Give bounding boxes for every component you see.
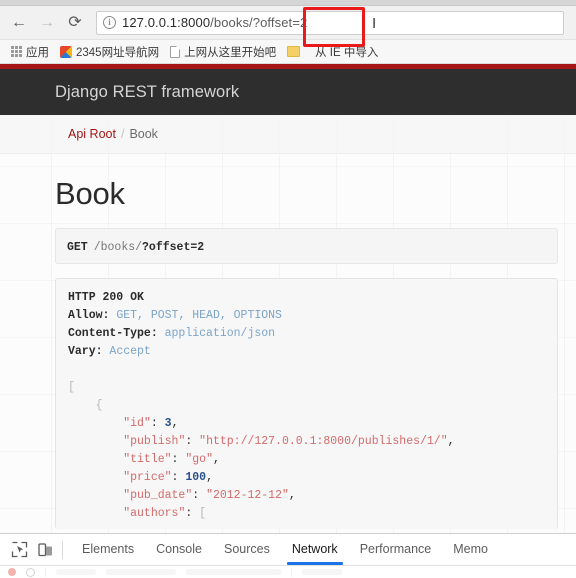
bookmark-2345[interactable]: 2345网址导航网 — [56, 44, 166, 60]
response-status-line: HTTP 200 OK — [68, 291, 144, 304]
bookmark-apps[interactable]: 应用 — [7, 44, 56, 60]
browser-toolbar: ← → ⟳ i 127.0.0.1:8000/books/?offset=2 I — [0, 6, 576, 40]
json-value: 2012-12-12 — [212, 489, 282, 502]
response-header-value: application/json — [164, 327, 276, 340]
bookmark-label: 上网从这里开始吧 — [184, 46, 277, 59]
address-bar[interactable]: i 127.0.0.1:8000/books/?offset=2 I — [96, 10, 564, 35]
json-line: "publish": "http://127.0.0.1:8000/publis… — [123, 435, 455, 448]
clear-icon[interactable] — [26, 567, 35, 577]
network-toolbar — [0, 566, 576, 578]
address-bar-url: 127.0.0.1:8000/books/?offset=2 — [122, 15, 307, 30]
address-bar-path: /books/?offset=2 — [210, 15, 308, 30]
toolbar-divider — [291, 567, 292, 577]
filter-input[interactable] — [56, 569, 96, 575]
apps-grid-icon — [11, 46, 22, 57]
response-header-value: GET, POST, HEAD, OPTIONS — [116, 309, 282, 322]
bookmark-label: 应用 — [26, 46, 49, 59]
json-key: authors — [130, 507, 179, 520]
tab-memory[interactable]: Memo — [442, 534, 499, 565]
record-icon[interactable] — [8, 568, 16, 576]
devtools-panel: Elements Console Sources Network Perform… — [0, 533, 576, 578]
page-title: Book — [55, 176, 125, 211]
json-line: "authors": [ — [123, 507, 207, 520]
tab-sources[interactable]: Sources — [213, 534, 281, 565]
json-value: go — [192, 453, 207, 466]
bookmark-label: 从 IE 中导入 — [315, 46, 379, 59]
bookmarks-bar: 应用 2345网址导航网 上网从这里开始吧 从 IE 中导入 — [0, 40, 576, 64]
json-value: http://127.0.0.1:8000/publishes/1/ — [206, 435, 441, 448]
json-value: [ — [199, 507, 207, 520]
breadcrumb: Api Root / Book — [0, 115, 576, 154]
json-key: price — [130, 471, 165, 484]
response-panel: HTTP 200 OK Allow: GET, POST, HEAD, OPTI… — [55, 278, 558, 529]
back-icon[interactable]: ← — [6, 10, 32, 36]
drf-content: Api Root / Book Book GET/books/?offset=2 H… — [0, 115, 576, 529]
drf-navbar: Django REST framework — [0, 69, 576, 115]
json-line: "pub_date": "2012-12-12", — [123, 489, 296, 502]
address-bar-host: 127.0.0.1:8000 — [122, 15, 211, 30]
json-line: [ — [68, 381, 75, 394]
tab-performance[interactable]: Performance — [349, 534, 443, 565]
tab-elements[interactable]: Elements — [71, 534, 145, 565]
json-line: "title": "go", — [123, 453, 220, 466]
drf-brand-title[interactable]: Django REST framework — [55, 83, 239, 102]
devtools-tabbar: Elements Console Sources Network Perform… — [0, 534, 576, 566]
json-line: { — [68, 399, 103, 412]
text-cursor-icon: I — [372, 14, 377, 32]
json-key: pub_date — [130, 489, 186, 502]
breadcrumb-api-root[interactable]: Api Root — [68, 127, 116, 141]
toolbar-divider — [45, 567, 46, 577]
inspect-element-icon[interactable] — [6, 537, 32, 563]
request-summary: GET/books/?offset=2 — [55, 228, 558, 264]
response-header-name: Content-Type: — [68, 327, 158, 340]
toolbar-divider — [62, 540, 63, 559]
breadcrumb-current: Book — [129, 127, 158, 141]
json-value: 100 — [185, 471, 207, 484]
tab-network[interactable]: Network — [281, 534, 349, 565]
json-key: title — [130, 453, 165, 466]
response-header-name: Vary: — [68, 345, 103, 358]
response-header-name: Allow: — [68, 309, 110, 322]
request-path-query: ?offset=2 — [142, 241, 205, 254]
json-line: "id": 3, — [123, 417, 179, 430]
json-line: "price": 100, — [123, 471, 213, 484]
request-path: /books/?offset=2 — [88, 241, 204, 254]
json-key: id — [130, 417, 144, 430]
site-info-icon[interactable]: i — [103, 16, 116, 29]
request-method: GET — [67, 241, 88, 254]
json-value: 3 — [164, 417, 172, 430]
bookmark-import-from-ie[interactable]: 从 IE 中导入 — [311, 44, 385, 60]
forward-icon[interactable]: → — [34, 10, 60, 36]
toolbar-options[interactable] — [186, 569, 281, 575]
reload-icon[interactable]: ⟳ — [62, 10, 88, 36]
toolbar-extra[interactable] — [302, 569, 342, 575]
toolbar-controls[interactable] — [106, 569, 176, 575]
bookmark-start-page[interactable]: 上网从这里开始吧 — [166, 44, 283, 60]
favicon-doc-icon — [170, 45, 181, 58]
json-key: publish — [130, 435, 179, 448]
response-header-value: Accept — [109, 345, 151, 358]
request-path-prefix: /books/ — [93, 241, 143, 254]
breadcrumb-separator: / — [120, 127, 125, 141]
drf-page: Django REST framework Api Root / Book Book… — [0, 64, 576, 534]
bookmark-folder[interactable] — [283, 46, 311, 57]
browser-window: ← → ⟳ i 127.0.0.1:8000/books/?offset=2 I… — [0, 0, 576, 578]
device-toolbar-icon[interactable] — [32, 537, 58, 563]
favicon-folder-icon — [287, 46, 301, 57]
tab-console[interactable]: Console — [145, 534, 213, 565]
favicon-2345-icon — [60, 45, 72, 58]
bookmark-label: 2345网址导航网 — [76, 46, 160, 59]
